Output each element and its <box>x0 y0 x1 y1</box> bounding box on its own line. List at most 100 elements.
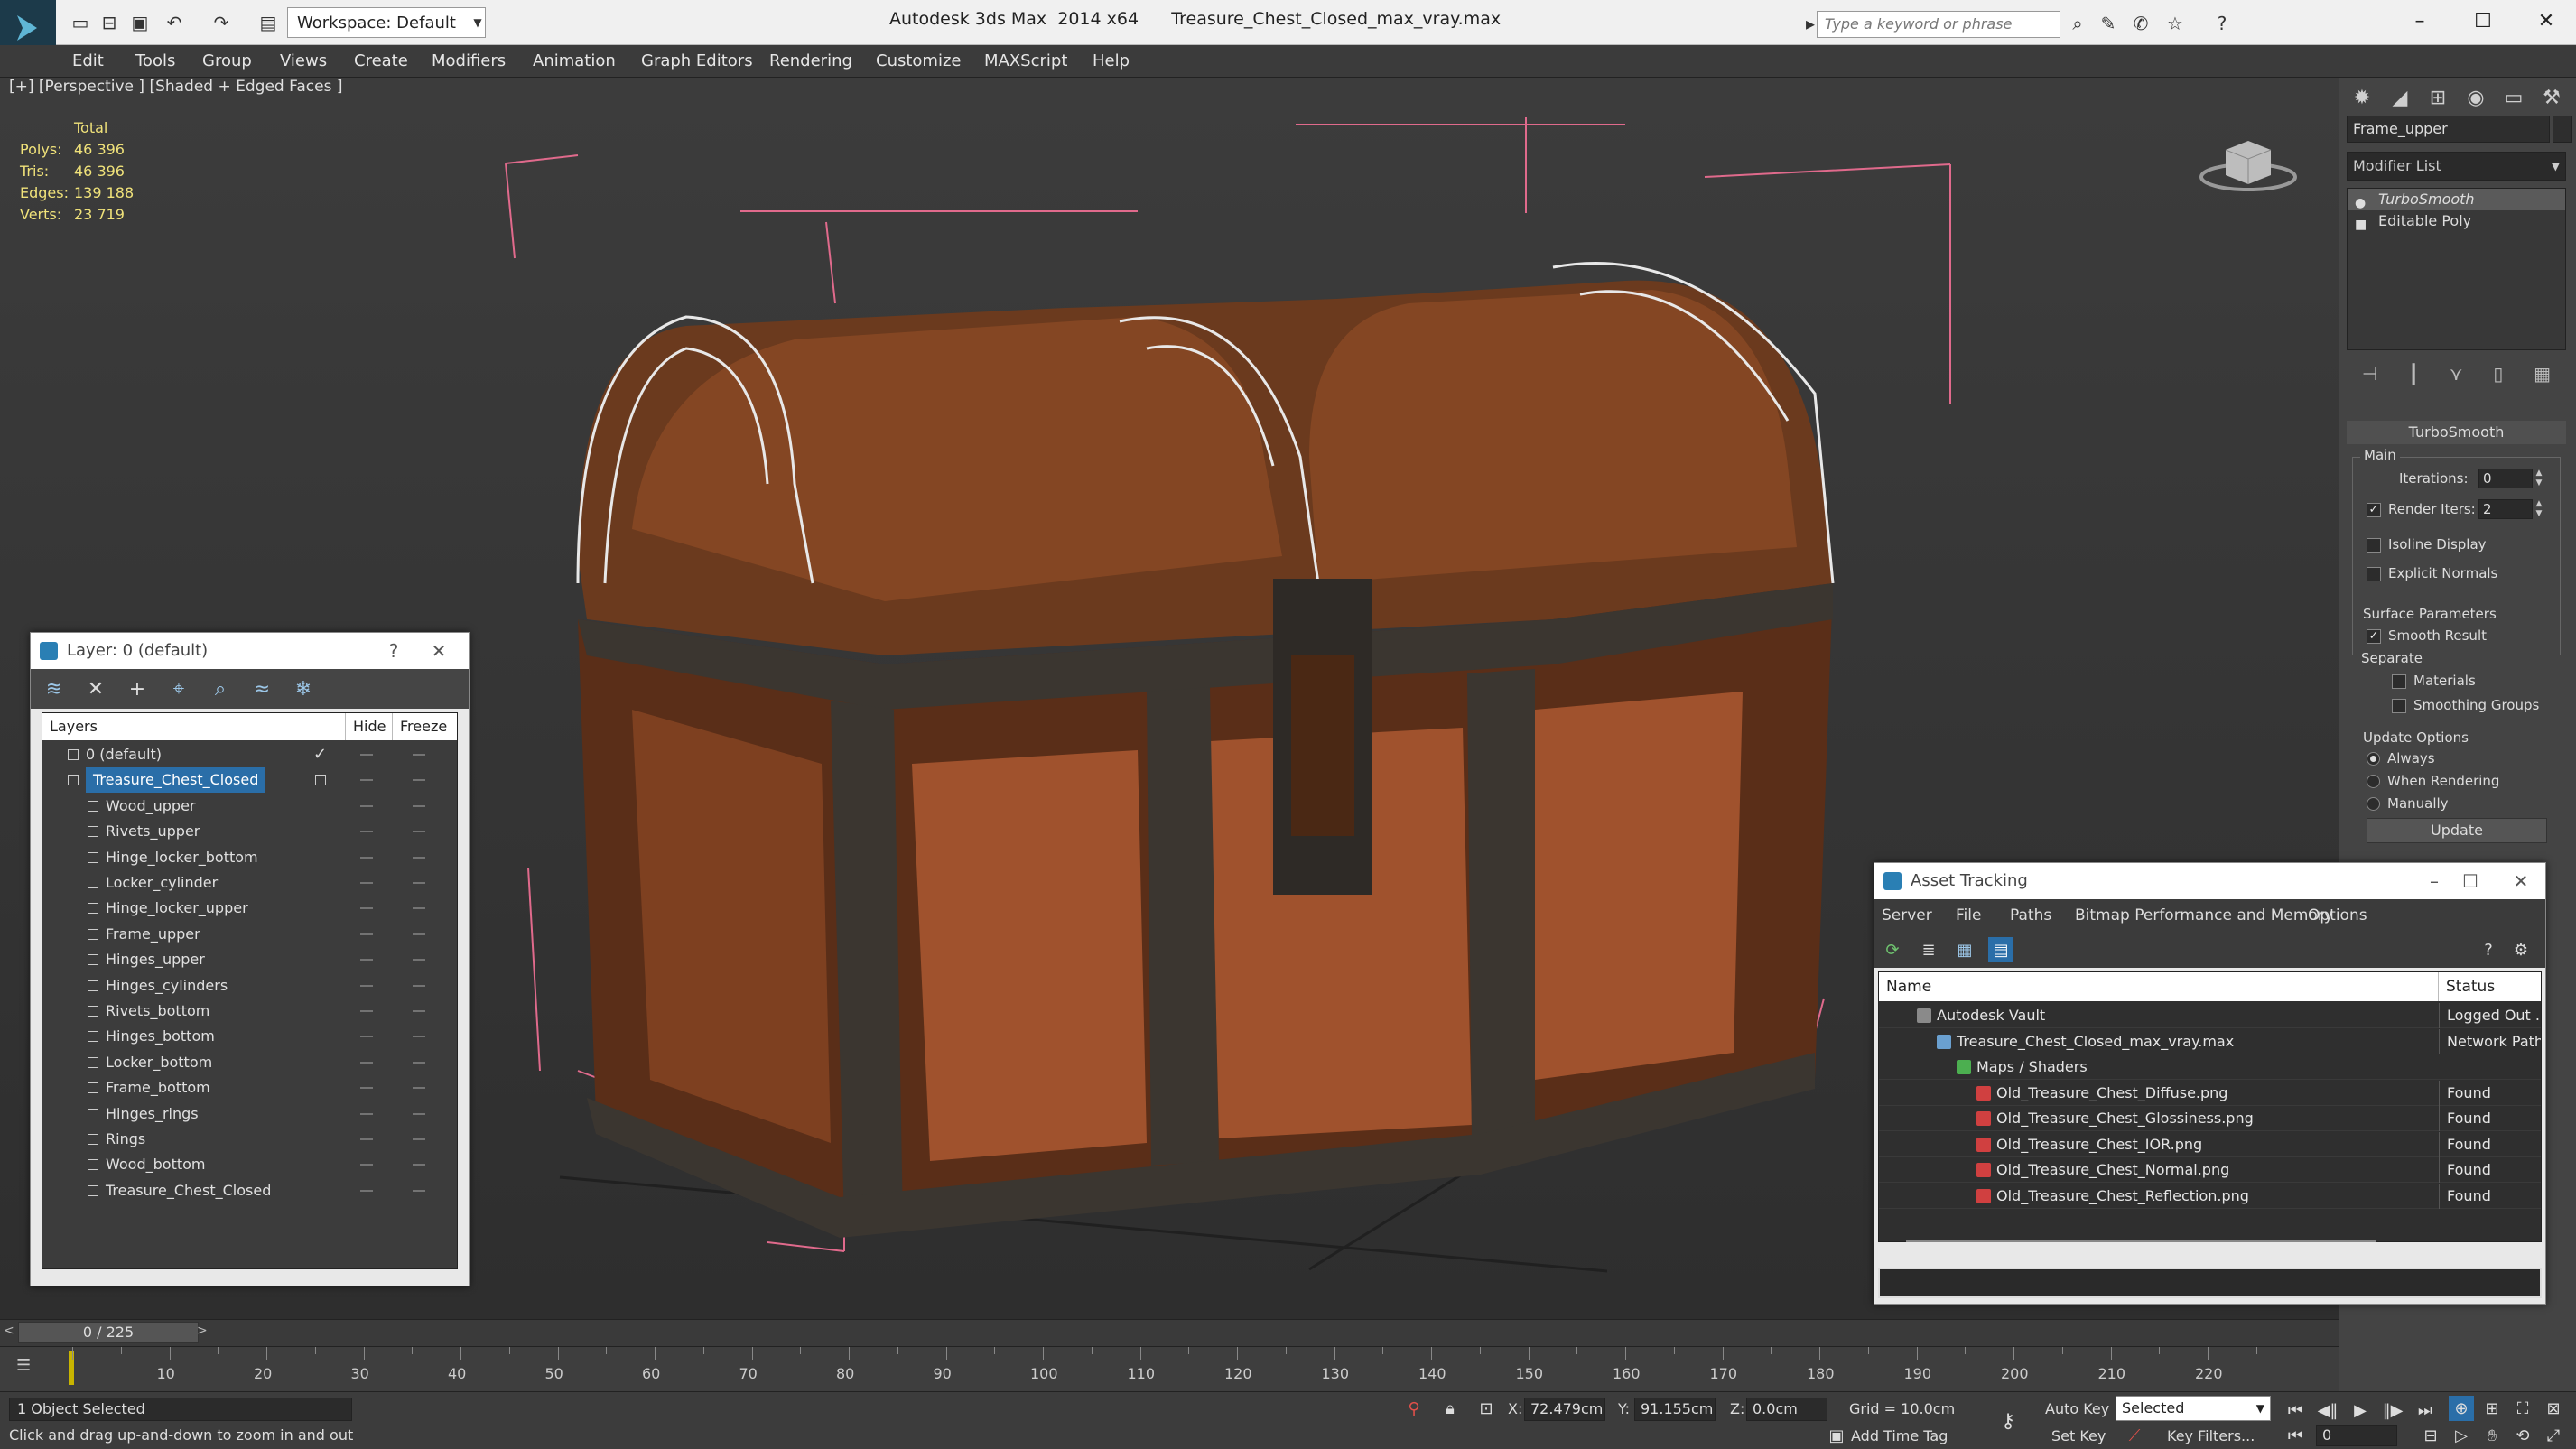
turbosmooth-rollout-header[interactable]: TurboSmooth <box>2347 421 2566 444</box>
hide-toggle[interactable]: ― <box>360 922 373 947</box>
open-file-icon[interactable]: ⊟ <box>96 9 123 36</box>
menu-maxscript[interactable]: MAXScript <box>984 45 1067 78</box>
freeze-toggle[interactable]: ― <box>413 845 425 870</box>
viewport-label[interactable]: [+] [Perspective ] [Shaded + Edged Faces… <box>9 78 342 96</box>
menu-tools[interactable]: Tools <box>135 45 175 78</box>
freeze-toggle[interactable]: ― <box>413 1024 425 1049</box>
smooth-result-checkbox[interactable]: ✓ <box>2367 628 2381 644</box>
minimize-icon[interactable]: – <box>2388 0 2451 42</box>
go-to-end-icon[interactable]: ⏭ <box>2413 1398 2438 1423</box>
freeze-toggle[interactable]: ― <box>413 794 425 819</box>
isolate-selection-icon[interactable]: ⚲ <box>1401 1396 1427 1421</box>
make-unique-icon[interactable]: ⋎ <box>2450 363 2463 385</box>
close-icon[interactable]: ✕ <box>2515 0 2576 42</box>
pan-icon[interactable]: ✋︎ <box>2479 1423 2505 1448</box>
freeze-toggle[interactable]: ― <box>413 1075 425 1101</box>
auto-key-button[interactable]: Auto Key <box>2045 1398 2109 1421</box>
layer-row[interactable]: Hinges_rings ― ― <box>42 1101 457 1127</box>
next-frame-icon[interactable]: ‖▶ <box>2380 1398 2405 1423</box>
render-iters-checkbox[interactable]: ✓ <box>2367 502 2381 517</box>
add-time-tag[interactable]: Add Time Tag <box>1851 1425 1948 1448</box>
stack-item-turbosmooth[interactable]: ● TurboSmooth <box>2348 189 2565 210</box>
hide-toggle[interactable]: ― <box>360 973 373 999</box>
horizontal-scrollbar[interactable] <box>1906 1240 2376 1242</box>
stack-item-editable-poly[interactable]: ■ Editable Poly <box>2348 210 2565 232</box>
expand-icon[interactable]: ■ <box>2355 214 2367 236</box>
layer-row[interactable]: Wood_bottom ― ― <box>42 1152 457 1177</box>
hide-toggle[interactable]: ― <box>360 1075 373 1101</box>
configure-sets-icon[interactable]: ▦ <box>2534 363 2551 385</box>
spinner-arrows-icon[interactable]: ▲ ▼ <box>2533 499 2545 519</box>
hide-toggle[interactable]: ― <box>360 845 373 870</box>
pin-stack-icon[interactable]: ⊣ <box>2362 363 2377 385</box>
maximize-icon[interactable]: ☐ <box>2452 863 2488 899</box>
subscription-icon[interactable]: ✎ <box>2095 11 2122 36</box>
layer-row[interactable]: Hinges_bottom ― ― <box>42 1024 457 1049</box>
selection-lock-icon[interactable]: 🔒︎ <box>1437 1396 1463 1421</box>
time-next-icon[interactable]: > <box>197 1324 208 1338</box>
key-selection-dropdown[interactable]: Selected ▼ <box>2116 1396 2271 1421</box>
smoothing-groups-checkbox[interactable] <box>2392 698 2406 713</box>
layer-row[interactable]: Hinges_cylinders ― ― <box>42 973 457 999</box>
col-layers[interactable]: Layers <box>42 713 346 740</box>
orbit-icon[interactable]: ⟲ <box>2510 1423 2535 1448</box>
viewcube-icon[interactable] <box>2194 123 2302 204</box>
layer-row[interactable]: 0 (default) ✓ ― ― <box>42 742 457 767</box>
go-to-start-icon[interactable]: ⏮ <box>2283 1398 2308 1423</box>
freeze-toggle[interactable]: ― <box>413 1050 425 1075</box>
hide-toggle[interactable]: ― <box>360 1024 373 1049</box>
col-hide[interactable]: Hide <box>346 713 393 740</box>
col-status[interactable]: Status <box>2439 972 2541 1001</box>
menu-help[interactable]: Help <box>1093 45 1130 78</box>
display-tab-icon[interactable]: ▭ <box>2495 78 2533 117</box>
set-key-button[interactable]: Set Key <box>2051 1425 2106 1448</box>
freeze-toggle[interactable]: ― <box>413 1127 425 1152</box>
hide-toggle[interactable]: ― <box>360 819 373 844</box>
col-freeze[interactable]: Freeze <box>393 713 457 740</box>
utilities-tab-icon[interactable]: ⚒ <box>2533 78 2571 117</box>
y-coord-field[interactable]: 91.155cm <box>1634 1398 1716 1421</box>
time-config-icon[interactable]: ⊟ <box>2418 1423 2443 1448</box>
help-icon[interactable]: ? <box>2476 937 2501 962</box>
time-cursor[interactable] <box>69 1351 74 1385</box>
hide-toggle[interactable]: ― <box>360 896 373 921</box>
asset-row[interactable]: Old_Treasure_Chest_Normal.png Found <box>1879 1157 2541 1183</box>
col-name[interactable]: Name <box>1879 972 2439 1001</box>
menu-animation[interactable]: Animation <box>533 45 616 78</box>
modifier-list-dropdown[interactable]: Modifier List ▼ <box>2347 152 2566 181</box>
search-input[interactable]: Type a keyword or phrase <box>1817 11 2060 38</box>
absolute-mode-icon[interactable]: ⊡ <box>1474 1396 1499 1421</box>
set-keys-icon[interactable]: ⟋ <box>2122 1423 2147 1448</box>
maximize-icon[interactable]: ☐ <box>2451 0 2515 42</box>
update-button[interactable]: Update <box>2367 818 2547 843</box>
hide-toggle[interactable]: ― <box>360 742 373 767</box>
undo-icon[interactable]: ↶ <box>161 9 188 36</box>
freeze-toggle[interactable]: ― <box>413 742 425 767</box>
hierarchy-tab-icon[interactable]: ⊞ <box>2419 78 2457 117</box>
layer-row[interactable]: Treasure_Chest_Closed ― ― <box>42 1178 457 1203</box>
asset-row[interactable]: Old_Treasure_Chest_Reflection.png Found <box>1879 1183 2541 1209</box>
layer-row[interactable]: Frame_bottom ― ― <box>42 1075 457 1101</box>
select-objects-icon[interactable]: ⌖ <box>164 674 193 703</box>
layer-row[interactable]: Rings ― ― <box>42 1127 457 1152</box>
asset-row[interactable]: Old_Treasure_Chest_Diffuse.png Found <box>1879 1080 2541 1106</box>
set-key-mode-icon[interactable]: ⚷ <box>1995 1408 2021 1434</box>
freeze-toggle[interactable]: ― <box>413 973 425 999</box>
current-frame-field[interactable]: 0 <box>2316 1425 2397 1446</box>
help-button[interactable]: ? <box>376 633 412 669</box>
modify-tab-icon[interactable]: ◢ <box>2381 78 2419 117</box>
key-filters-button[interactable]: Key Filters... <box>2167 1425 2255 1448</box>
project-folder-icon[interactable]: ▤ <box>255 9 282 36</box>
freeze-toggle[interactable]: ― <box>413 947 425 972</box>
hide-toggle[interactable]: ― <box>360 1101 373 1127</box>
layer-row[interactable]: Locker_cylinder ― ― <box>42 870 457 896</box>
menu-create[interactable]: Create <box>354 45 408 78</box>
asset-row[interactable]: Old_Treasure_Chest_IOR.png Found <box>1879 1131 2541 1157</box>
asset-menu-server[interactable]: Server <box>1882 899 1932 932</box>
hide-toggle[interactable]: ― <box>360 1178 373 1203</box>
maximize-viewport-icon[interactable]: ⤢ <box>2541 1423 2566 1448</box>
zoom-extents-icon[interactable]: ⛶ <box>2510 1396 2535 1421</box>
object-name-field[interactable]: Frame_upper <box>2347 116 2550 143</box>
freeze-toggle[interactable]: ― <box>413 922 425 947</box>
time-slider[interactable]: < 0 / 225 > <box>0 1319 2339 1346</box>
